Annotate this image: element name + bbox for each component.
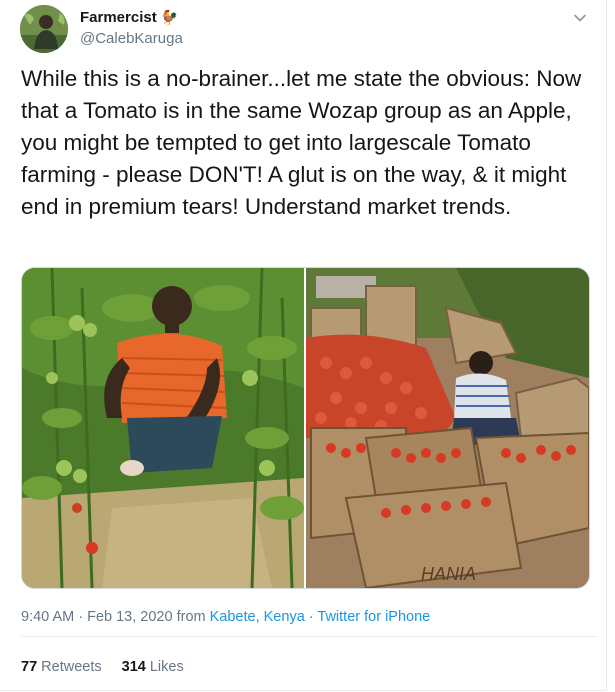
source-link[interactable]: Twitter for iPhone <box>317 609 430 625</box>
photo-crates-illustration: HANIA <box>306 268 589 588</box>
photo-tomato-crates[interactable]: HANIA <box>306 268 589 588</box>
rooster-emoji-icon: 🐓 <box>160 9 179 25</box>
from-label: from <box>172 609 210 625</box>
location-link[interactable]: Kabete, Kenya <box>210 609 305 625</box>
meta-separator: · <box>74 609 88 625</box>
tweet-date[interactable]: Feb 13, 2020 <box>87 609 172 625</box>
retweets-count: 77 <box>21 659 38 675</box>
author-handle[interactable]: @CalebKaruga <box>80 30 183 47</box>
photo-farmer-in-tomato-field[interactable] <box>22 268 304 588</box>
retweets-label: Retweets <box>41 659 102 675</box>
avatar[interactable] <box>20 5 68 53</box>
tweet-time[interactable]: 9:40 AM <box>21 609 74 625</box>
tweet-metadata: 9:40 AM · Feb 13, 2020 from Kabete, Keny… <box>21 609 430 625</box>
avatar-image <box>20 5 68 53</box>
likes-label: Likes <box>149 659 184 675</box>
divider <box>21 636 596 637</box>
crate-text: HANIA <box>421 564 476 584</box>
photo-farmer-illustration <box>22 268 304 588</box>
tweet-stats: 77 Retweets 314 Likes <box>21 659 184 675</box>
chevron-down-icon[interactable] <box>572 10 588 26</box>
likes-stat[interactable]: 314 Likes <box>122 659 184 675</box>
tweet-text: While this is a no-brainer...let me stat… <box>21 66 582 219</box>
display-name[interactable]: Farmercist <box>80 9 157 26</box>
tweet-card: Farmercist 🐓 @CalebKaruga While this is … <box>0 0 607 691</box>
tweet-media[interactable]: HANIA <box>21 267 590 589</box>
retweets-stat[interactable]: 77 Retweets <box>21 659 102 675</box>
likes-count: 314 <box>121 659 146 675</box>
meta-separator-2: · <box>304 609 318 625</box>
author-name-row: Farmercist 🐓 <box>80 9 178 26</box>
